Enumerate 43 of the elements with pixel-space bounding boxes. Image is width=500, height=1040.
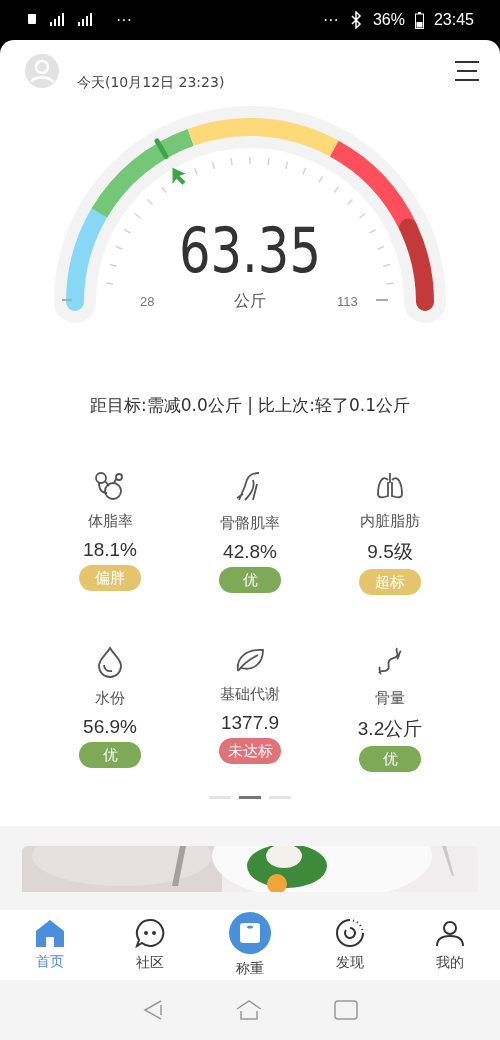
max-value: 113 [337,294,358,309]
status-tag: 优 [359,746,421,772]
metric-value: 3.2公斤 [357,717,423,741]
back-icon[interactable] [142,999,164,1021]
metric-label: 骨量 [375,689,405,708]
status-tag: 超标 [359,569,421,595]
min-value: 28 [140,294,155,309]
home-icon[interactable] [236,999,262,1021]
discover-icon [335,918,365,948]
metric-value: 42.8% [223,541,277,563]
goal-summary: 距目标:需减0.0公斤 | 比上次:轻了0.1公斤 [88,394,412,417]
metric-label: 内脏脂肪 [360,512,420,531]
metric-label: 体脂率 [87,512,133,531]
bluetooth-icon [348,11,363,29]
weight-unit: 公斤 [234,291,266,310]
gauge-marker [154,138,186,185]
battery-icon [414,11,424,29]
status-tag: 优 [219,567,281,593]
scale-icon [229,912,271,954]
person-icon [435,918,465,948]
avatar[interactable] [25,54,59,88]
clock: 23:45 [433,11,474,29]
metric-value: 9.5级 [367,540,413,564]
battery-percent: 36% [372,11,405,29]
more-indicator: ··· [322,11,339,29]
weight-value: 63.35 [179,214,321,287]
metric-value: 18.1% [83,539,137,561]
measure-date: 今天(10月12日 23:23) [77,74,226,92]
status-tag: 未达标 [219,738,281,764]
metric-label: 骨骼肌率 [220,514,280,533]
home-icon [35,919,65,947]
metric-value: 56.9% [83,716,137,738]
recent-apps-icon[interactable] [334,1000,358,1020]
min-dash [61,299,73,301]
menu-icon[interactable] [454,60,480,82]
chat-bubble-icon [135,918,165,948]
more-indicator: ··· [116,11,132,29]
status-tag: 优 [79,742,141,768]
status-tag: 偏胖 [79,565,141,591]
metric-label: 水份 [95,689,125,708]
metric-label: 基础代谢 [220,685,280,704]
max-dash [375,299,389,301]
metric-value: 1377.9 [220,712,280,734]
